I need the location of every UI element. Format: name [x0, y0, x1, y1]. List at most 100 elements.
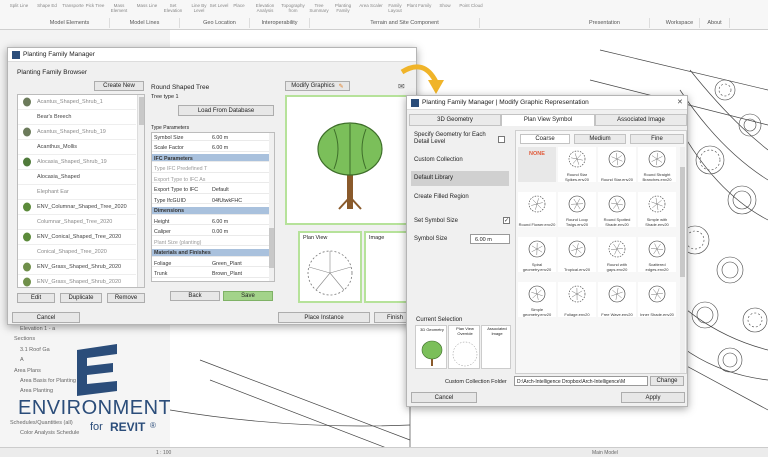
ribbon-button[interactable]: Mass Line — [134, 3, 160, 17]
symbol-cell[interactable]: Free Wave.env20 — [598, 282, 636, 317]
symbol-cell[interactable]: Inner Shade.env20 — [638, 282, 676, 317]
folder-path-input[interactable]: D:\Arch-Intelligence Dropbox\Arch-Intell… — [514, 376, 648, 386]
set-symbol-size-checkbox[interactable]: ✓ — [503, 217, 510, 224]
nav-default-library[interactable]: Default Library — [411, 171, 509, 186]
property-value[interactable]: 6.00 m — [212, 145, 228, 151]
tab-coarse[interactable]: Coarse — [520, 134, 570, 144]
symbol-cell[interactable]: Simple geometry.env20 — [518, 282, 556, 317]
properties-grid[interactable]: Trunk Brown_Plant Foliage Green_Plant Materi… — [151, 132, 275, 282]
property-value[interactable]: 6.00 m — [212, 219, 228, 225]
ribbon-button[interactable]: Elevation Analysis — [252, 3, 278, 17]
sel-3d-geometry[interactable]: 3D Geometry — [415, 325, 447, 369]
nav-custom-collection[interactable]: Custom Collection — [414, 157, 463, 163]
property-value[interactable]: 6.00 m — [212, 135, 228, 141]
property-row[interactable]: Foliage Green_Plant — [152, 259, 274, 268]
tab-fine[interactable]: Fine — [630, 134, 684, 144]
ribbon-button[interactable]: Mass Element — [106, 3, 132, 17]
symbol-cell[interactable]: Scattered edges.env20 — [638, 237, 676, 272]
view-scale[interactable]: 1 : 100 — [156, 450, 171, 456]
ribbon-button[interactable]: Planting Family — [330, 3, 356, 17]
list-item[interactable]: Columnar_Shaped_Tree_2020 — [18, 215, 136, 230]
load-from-database-button[interactable]: Load From Database — [178, 105, 274, 116]
props-scrollbar[interactable] — [269, 133, 274, 281]
ribbon-button[interactable]: Point Cloud — [458, 3, 484, 17]
tree-item[interactable]: Sections — [14, 336, 35, 342]
symbol-cell[interactable]: Spiral geometry.env20 — [518, 237, 556, 272]
tab-3d-geometry[interactable]: 3D Geometry — [409, 114, 501, 126]
tab-associated-image[interactable]: Associated Image — [595, 114, 687, 126]
property-row[interactable]: Export Type to IFC Default — [152, 186, 274, 194]
list-scrollbar[interactable] — [137, 95, 144, 287]
save-button[interactable]: Save — [223, 291, 273, 301]
active-model[interactable]: Main Model — [592, 450, 618, 456]
property-row[interactable]: Symbol Size 6.00 m — [152, 133, 274, 142]
list-item[interactable]: ENV_Columnar_Shaped_Tree_2020 — [18, 200, 136, 215]
ribbon-button[interactable]: Show — [432, 3, 458, 17]
list-item[interactable]: Bear's Breech — [18, 110, 136, 125]
symbol-size-input[interactable]: 6.00 m — [470, 234, 510, 244]
list-item[interactable]: Alocasia_Shaped_Shrub_19 — [18, 155, 136, 170]
symbol-cell[interactable]: Round Spotted Shade.env20 — [598, 192, 636, 227]
property-row[interactable]: Type IFC Predefined T — [152, 165, 274, 173]
property-row[interactable]: Plant Size (planting) — [152, 238, 274, 247]
property-value[interactable]: Default — [212, 187, 229, 193]
sel-plan-view[interactable]: Plan View Override — [448, 325, 480, 369]
ribbon-button[interactable]: Topography from — [280, 3, 306, 17]
ribbon-button[interactable]: Place — [226, 3, 252, 17]
list-item[interactable]: Conical_Shaped_Tree_2020 — [18, 245, 136, 260]
tab-plan-view-symbol[interactable]: Plan View Symbol — [501, 114, 595, 126]
list-item[interactable]: ENV_Conical_Shaped_Tree_2020 — [18, 230, 136, 245]
sel-associated-image[interactable]: Associated Image — [481, 325, 511, 369]
ribbon-button[interactable]: Set Elevation — [160, 3, 186, 17]
symbol-cell[interactable]: Simple with Shade.env20 — [638, 192, 676, 227]
list-item[interactable]: Alocasia_Shaped — [18, 170, 136, 185]
property-row[interactable]: Export Type to IFC As — [152, 175, 274, 184]
modify-graphics-button[interactable]: Modify Graphics ✎ — [285, 81, 350, 91]
apply-button[interactable]: Apply — [621, 392, 685, 403]
change-button[interactable]: Change — [650, 376, 684, 386]
cancel-button[interactable]: Cancel — [411, 392, 477, 403]
list-item[interactable]: Acantus_Shaped_Shrub_19 — [18, 125, 136, 140]
symbol-cell[interactable]: Round Flower.env20 — [518, 192, 556, 227]
property-value[interactable]: 04fUtwkFHC — [212, 198, 242, 204]
property-value[interactable]: Green_Plant — [212, 261, 242, 267]
ribbon-button[interactable]: Family Layout — [382, 3, 408, 17]
ribbon-button[interactable]: Plant Family — [406, 3, 432, 17]
remove-button[interactable]: Remove — [107, 293, 145, 303]
specify-geometry-checkbox[interactable] — [498, 136, 505, 143]
symbol-cell[interactable]: Round with gaps.env20 — [598, 237, 636, 272]
symbol-cell[interactable] — [638, 327, 676, 362]
scroll-thumb[interactable] — [269, 228, 274, 268]
property-value[interactable]: Brown_Plant — [212, 271, 242, 277]
symbol-cell[interactable] — [518, 327, 556, 362]
property-row[interactable]: Caliper 0.00 m — [152, 228, 274, 236]
ribbon-button[interactable]: Area Scaler — [358, 3, 384, 17]
place-instance-button[interactable]: Place Instance — [278, 312, 370, 323]
symbol-cell[interactable] — [598, 327, 636, 362]
property-value[interactable]: 0.00 m — [212, 229, 228, 235]
symbol-cell[interactable]: Tropical.env20 — [558, 237, 596, 272]
symbol-cell[interactable]: Round Star Spikes.env20 — [558, 147, 596, 182]
symbol-cell[interactable]: Round Star.env20 — [598, 147, 636, 182]
ribbon-button[interactable]: Tree Summary — [306, 3, 332, 17]
close-icon[interactable]: ✕ — [677, 98, 683, 106]
family-list[interactable]: ENV_Grass_Shaped_Shrub_2020 ENV_Grass_Sha… — [17, 94, 145, 288]
tree-item[interactable]: Elevation 1 - a — [20, 326, 55, 332]
list-item[interactable]: ENV_Grass_Shaped_Shrub_2020 — [18, 260, 136, 275]
list-item[interactable]: ENV_Grass_Shaped_Shrub_2020 — [18, 275, 136, 287]
duplicate-button[interactable]: Duplicate — [60, 293, 102, 303]
property-row[interactable]: Height 6.00 m — [152, 217, 274, 226]
create-new-button[interactable]: Create New — [94, 81, 144, 91]
cancel-button[interactable]: Cancel — [12, 312, 80, 323]
symbol-cell[interactable]: Foliage.env20 — [558, 282, 596, 317]
symbol-cell[interactable] — [558, 327, 596, 362]
list-item[interactable]: Acantus_Shaped_Shrub_1 — [18, 95, 136, 110]
property-row[interactable]: Trunk Brown_Plant — [152, 270, 274, 278]
list-item[interactable]: Elephant Ear — [18, 185, 136, 200]
edit-button[interactable]: Edit — [17, 293, 55, 303]
list-item[interactable]: Acanthus_Mollis — [18, 140, 136, 155]
scroll-thumb[interactable] — [139, 97, 144, 125]
nav-create-filled-region[interactable]: Create Filled Region — [414, 194, 469, 200]
symbol-cell[interactable]: Round Loop Twigs.env20 — [558, 192, 596, 227]
tab-medium[interactable]: Medium — [574, 134, 626, 144]
